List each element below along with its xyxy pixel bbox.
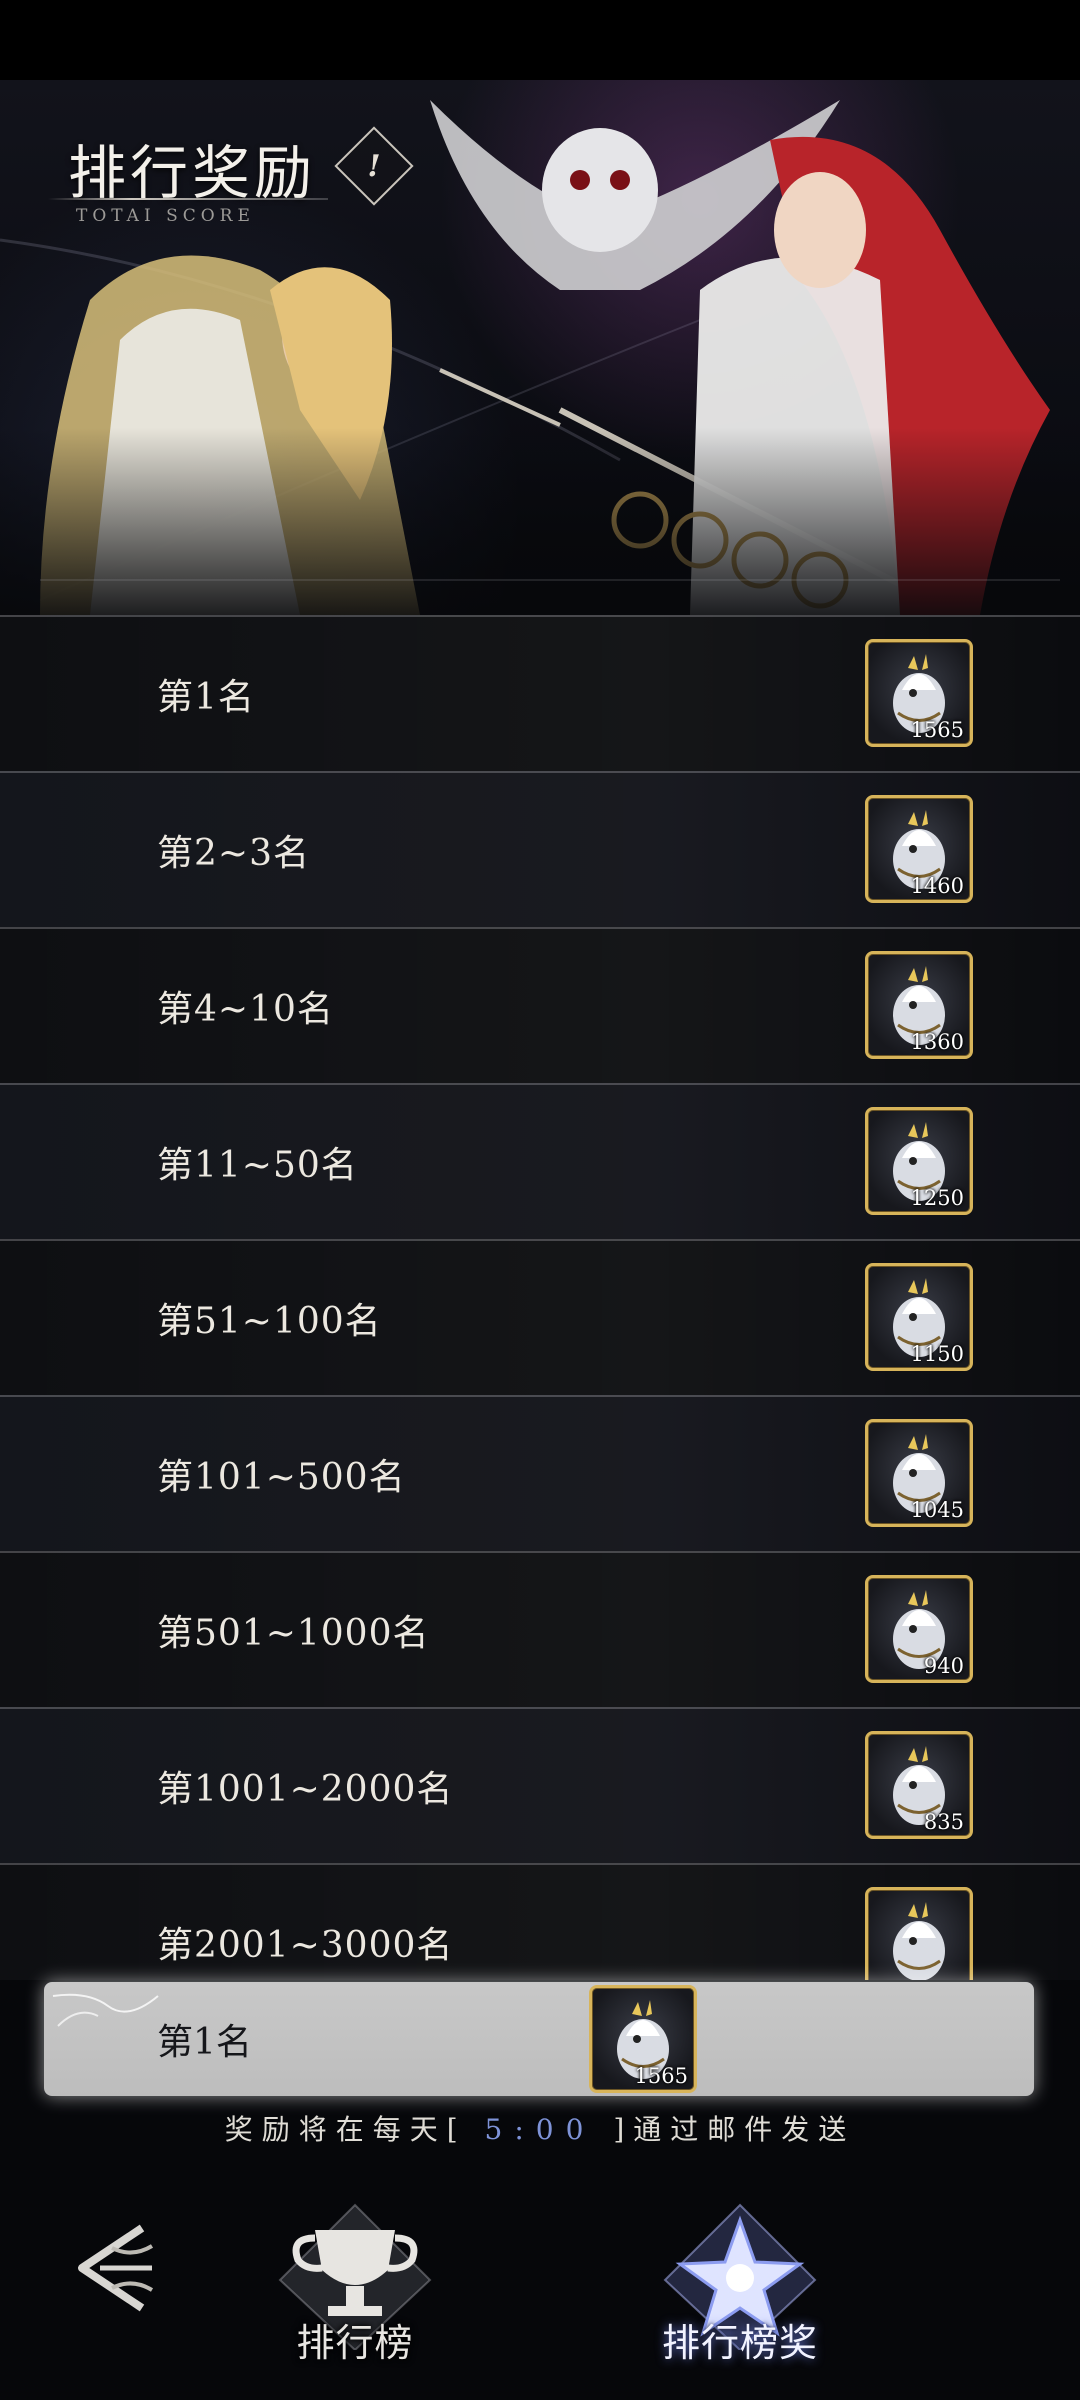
hero-banner: 排行奖励 TOTAI SCORE !	[0, 80, 1080, 615]
notice-suffix: ]通过邮件发送	[613, 2113, 856, 2146]
reward-item[interactable]: 1045	[865, 1419, 973, 1527]
reward-row: 第4~10名 1360	[0, 927, 1080, 1083]
reward-row: 第2001~3000名	[0, 1863, 1080, 1980]
rank-label: 第51~100名	[157, 1301, 382, 1342]
reward-count: 835	[923, 1810, 964, 1834]
reward-row: 第1名 1565	[0, 615, 1080, 771]
rank-label: 第2001~3000名	[157, 1925, 454, 1966]
rank-label: 第501~1000名	[157, 1613, 430, 1654]
reward-item[interactable]: 1565	[865, 639, 973, 747]
notice-time: 5:00	[484, 2113, 596, 2146]
reward-count: 940	[923, 1654, 964, 1678]
rank-label: 第2~3名	[157, 833, 310, 874]
rank-label: 第1001~2000名	[157, 1769, 454, 1810]
page-subtitle: TOTAI SCORE	[76, 206, 255, 226]
info-icon: !	[367, 148, 381, 184]
rank-label: 第4~10名	[157, 989, 334, 1030]
reward-row: 第51~100名 1150	[0, 1239, 1080, 1395]
my-reward-count: 1565	[634, 2064, 688, 2088]
reward-list[interactable]: 第1名 1565 第2~3名 1460 第4~10名 1360 第11~50名 1250 第51…	[0, 615, 1080, 1980]
reward-row: 第501~1000名 940	[0, 1551, 1080, 1707]
reward-item[interactable]: 1250	[865, 1107, 973, 1215]
mail-notice: 奖励将在每天[ 5:00 ]通过邮件发送	[0, 2108, 1080, 2148]
reward-count: 1565	[910, 718, 964, 742]
title-underline	[48, 198, 328, 200]
tab-leaderboard-label: 排行榜	[296, 2321, 414, 2365]
reward-row: 第11~50名 1250	[0, 1083, 1080, 1239]
tab-leaderboard-rewards[interactable]: 排行榜奖	[655, 2200, 825, 2400]
back-button[interactable]	[72, 2218, 162, 2318]
my-reward-item[interactable]: 1565	[589, 1985, 697, 2093]
reward-item[interactable]: 1150	[865, 1263, 973, 1371]
tab-leaderboard[interactable]: 排行榜	[270, 2200, 440, 2400]
my-rank-bar: 第1名 1565	[44, 1982, 1034, 2096]
reward-row: 第1001~2000名 835	[0, 1707, 1080, 1863]
dragon-egg-icon	[893, 1902, 945, 1980]
reward-count: 1045	[910, 1498, 964, 1522]
reward-count: 1150	[910, 1342, 964, 1366]
status-bar	[0, 0, 1080, 80]
reward-count: 1460	[910, 874, 964, 898]
reward-row: 第101~500名 1045	[0, 1395, 1080, 1551]
reward-item[interactable]: 835	[865, 1731, 973, 1839]
reward-count: 1360	[910, 1030, 964, 1054]
reward-item[interactable]	[865, 1887, 973, 1980]
reward-count: 1250	[910, 1186, 964, 1210]
back-arrow-icon	[78, 2224, 154, 2312]
reward-item[interactable]: 1360	[865, 951, 973, 1059]
reward-item[interactable]: 940	[865, 1575, 973, 1683]
flourish-ornament	[52, 1993, 159, 2027]
reward-row: 第2~3名 1460	[0, 771, 1080, 927]
rank-label: 第11~50名	[157, 1145, 358, 1186]
rank-label: 第101~500名	[157, 1457, 406, 1498]
reward-item[interactable]: 1460	[865, 795, 973, 903]
tab-leaderboard-rewards-label: 排行榜奖	[661, 2321, 818, 2365]
notice-prefix: 奖励将在每天[	[224, 2113, 467, 2146]
my-rank-label: 第1名	[157, 2022, 252, 2063]
rank-label: 第1名	[157, 677, 255, 718]
